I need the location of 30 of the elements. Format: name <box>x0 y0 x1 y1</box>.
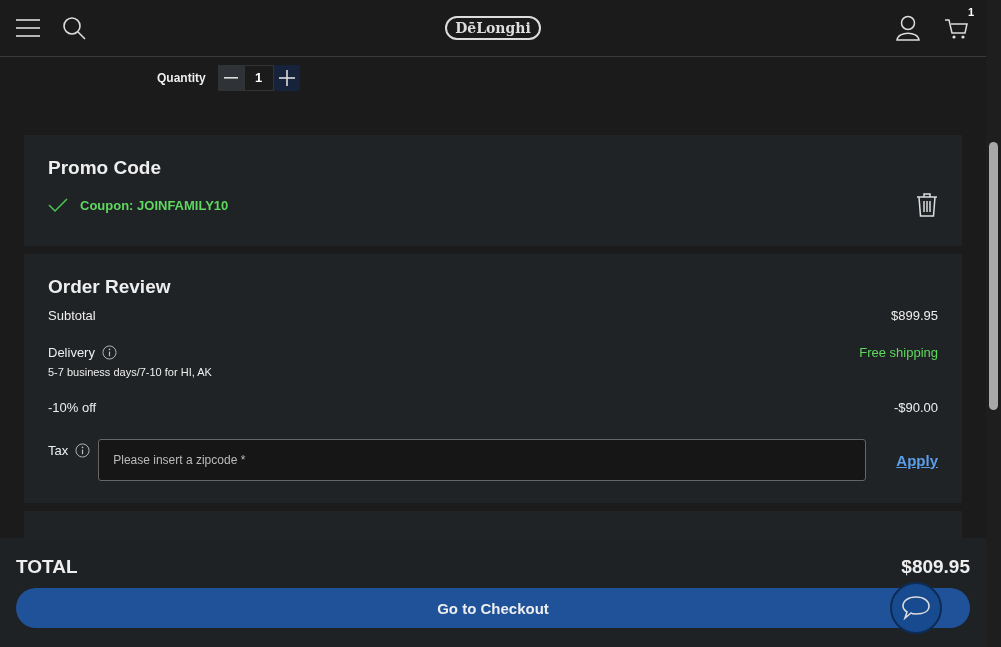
minus-icon <box>223 77 238 79</box>
row-value: Free shipping <box>859 345 938 362</box>
row-label: Subtotal <box>48 308 96 323</box>
coupon-code: Coupon: JOINFAMILY10 <box>80 197 230 213</box>
apply-link[interactable]: Apply <box>896 451 938 469</box>
plus-icon <box>278 70 295 86</box>
brand-logo[interactable]: DēLonghi <box>445 16 541 40</box>
checkout-button[interactable]: Go to Checkout <box>16 588 970 628</box>
increase-button[interactable] <box>273 65 300 91</box>
decrease-button[interactable] <box>217 65 244 91</box>
row-label: Delivery <box>48 345 95 360</box>
info-icon[interactable] <box>75 443 91 458</box>
search-icon[interactable] <box>62 16 86 40</box>
tax-label: Tax <box>48 443 69 458</box>
quantity-value[interactable]: 1 <box>243 65 274 91</box>
total-value: $809.95 <box>901 556 970 578</box>
quantity-label: Quantity <box>157 71 206 85</box>
info-icon[interactable] <box>101 345 117 360</box>
section-title: Promo Code <box>48 157 162 179</box>
user-icon[interactable] <box>896 15 920 41</box>
total-label: TOTAL <box>16 556 78 578</box>
row-value: $899.95 <box>891 308 938 323</box>
section-title: Order Review <box>48 276 172 298</box>
menu-icon[interactable] <box>16 18 40 38</box>
row-value: -$90.00 <box>893 400 938 415</box>
speech-bubble-icon <box>901 595 931 621</box>
zipcode-field[interactable]: Please insert a zipcode * <box>98 439 867 481</box>
trash-icon[interactable] <box>916 193 938 217</box>
row-label: -10% off <box>48 400 97 415</box>
delivery-note: 5-7 business days/7-10 for HI, AK <box>48 366 212 378</box>
